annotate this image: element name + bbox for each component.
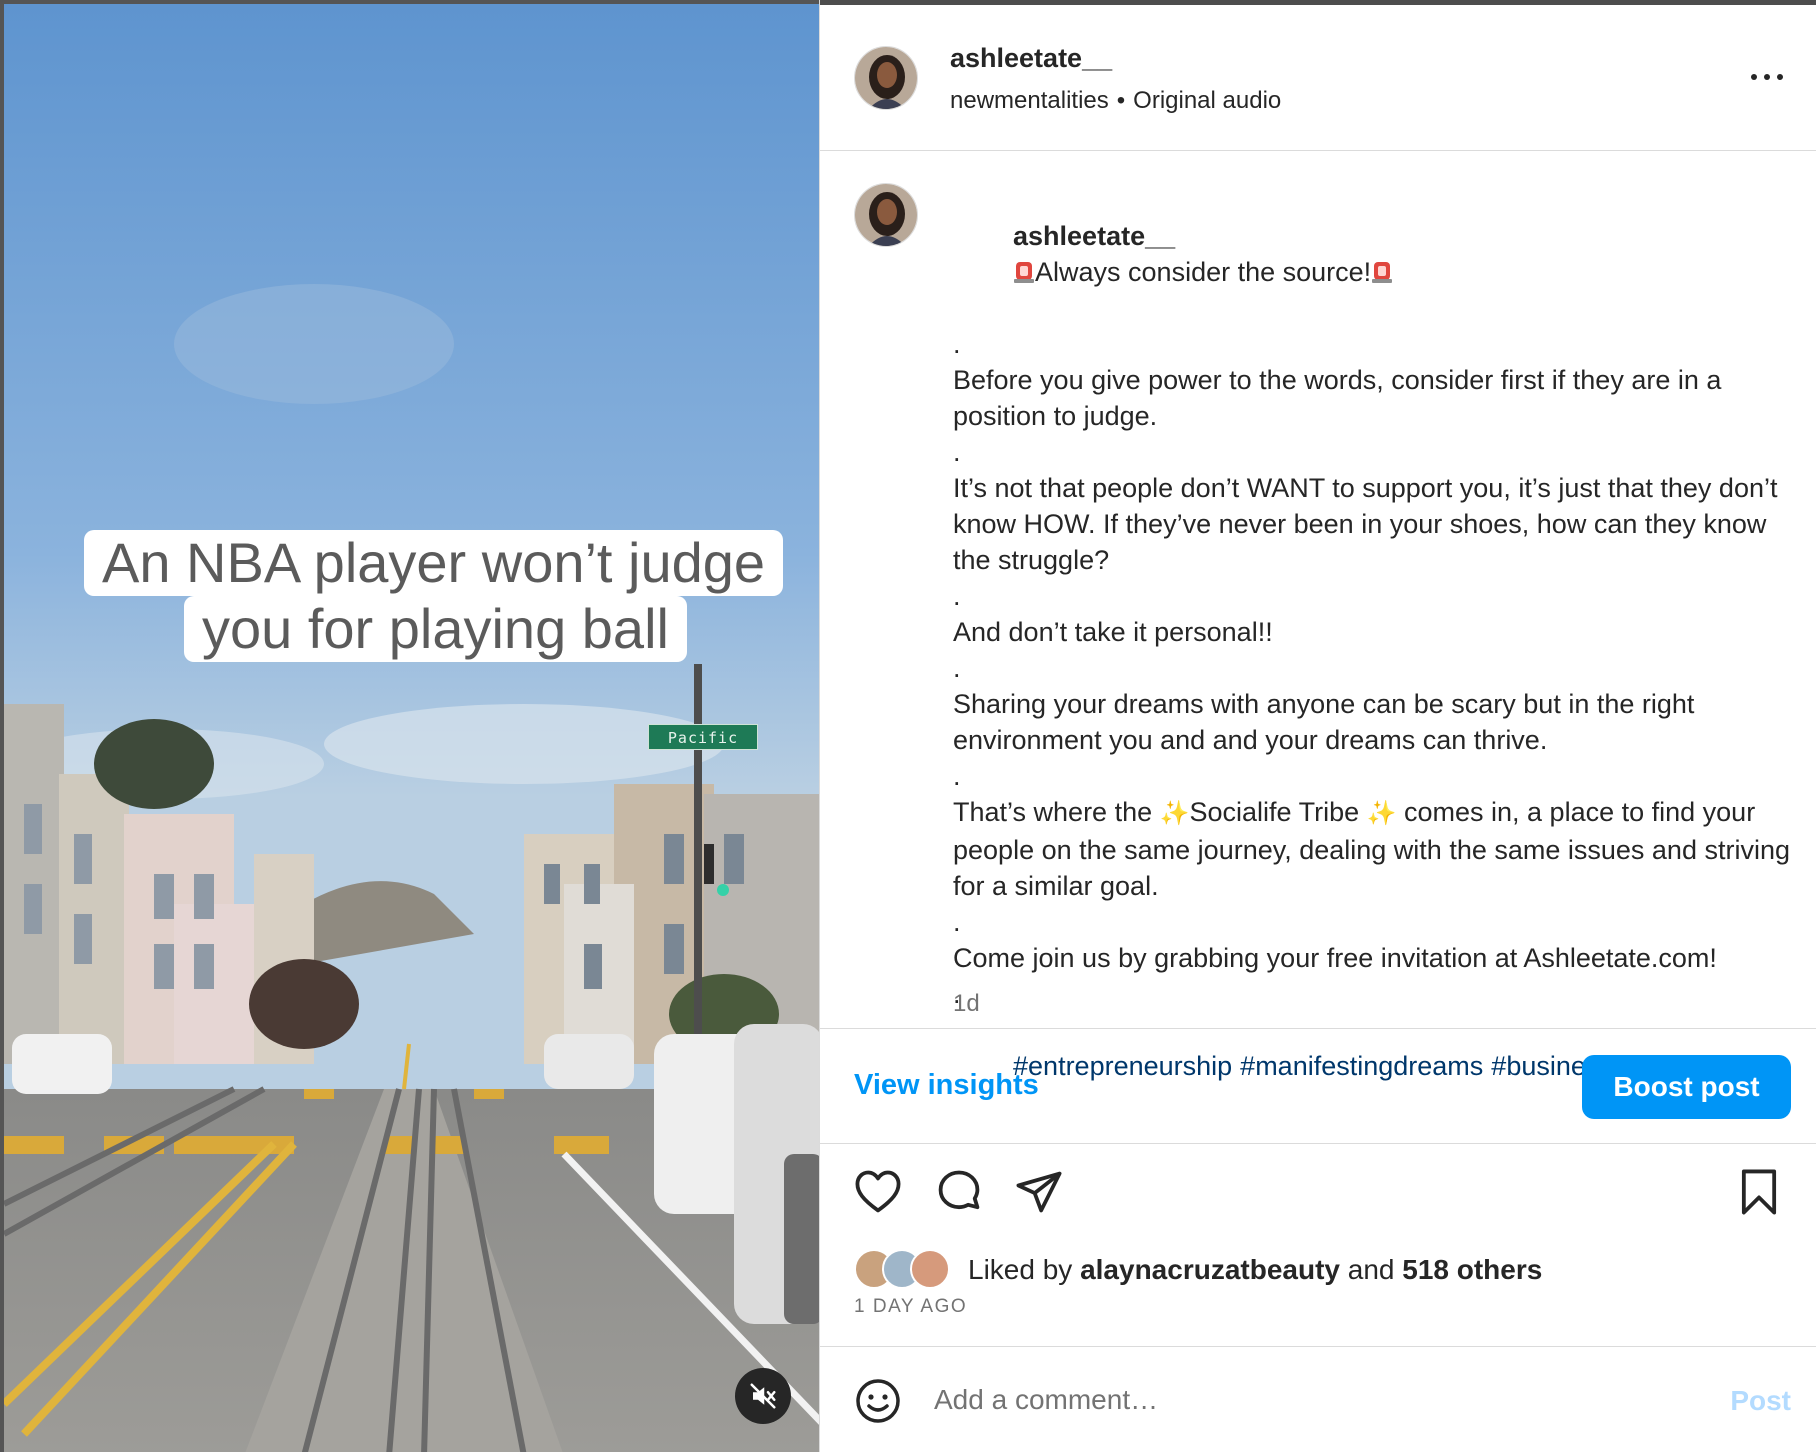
author-username[interactable]: ashleetate__ — [950, 43, 1112, 74]
likes-summary: Liked by alaynacruzatbeauty and 518 othe… — [854, 1248, 1542, 1292]
caption-timestamp[interactable]: 1d — [953, 990, 980, 1018]
comment-button[interactable] — [933, 1166, 985, 1218]
siren-icon — [1014, 262, 1035, 283]
more-options-button[interactable] — [1747, 65, 1787, 89]
caption-username[interactable]: ashleetate__ — [1013, 221, 1175, 251]
author-avatar[interactable] — [854, 46, 918, 110]
caption-paragraph-6: Come join us by grabbing your free invit… — [953, 943, 1717, 973]
caption-paragraph-5-start: That’s where the — [953, 797, 1160, 827]
comment-bar: Post — [820, 1346, 1816, 1452]
caption-author-avatar[interactable] — [854, 183, 918, 247]
likes-and-label: and — [1347, 1254, 1395, 1285]
like-button[interactable] — [852, 1166, 904, 1218]
post-action-icons — [820, 1166, 1816, 1226]
emoji-picker-button[interactable] — [854, 1377, 902, 1425]
caption-paragraph-2: It’s not that people don’t WANT to suppo… — [953, 473, 1785, 575]
street-sign: Pacific — [648, 724, 758, 750]
caption-dot: . — [953, 907, 961, 937]
post-header: ashleetate__ newmentalities • Original aud… — [820, 5, 1816, 151]
post-side-panel: ashleetate__ newmentalities • Original aud… — [819, 0, 1816, 1452]
reel-video[interactable]: An NBA player won’t judge you for playin… — [0, 0, 819, 1452]
liker-avatar — [910, 1249, 950, 1289]
heart-icon — [855, 1170, 901, 1213]
caption-paragraph-1: Before you give power to the words, cons… — [953, 365, 1729, 431]
video-text-overlay-line2: you for playing ball — [184, 596, 687, 662]
audio-author-link[interactable]: newmentalities — [950, 87, 1109, 114]
post-comment-button[interactable]: Post — [1730, 1385, 1791, 1417]
emoji-face-icon — [856, 1379, 900, 1423]
share-icon — [1016, 1171, 1062, 1213]
caption-dot: . — [953, 761, 961, 791]
caption-text: ashleetate__ Always consider the source!… — [953, 182, 1793, 1120]
likes-others-link[interactable]: 518 others — [1402, 1254, 1542, 1285]
likes-text: Liked by alaynacruzatbeauty and 518 othe… — [968, 1254, 1542, 1286]
speaker-muted-icon — [750, 1383, 776, 1409]
video-text-overlay-line1: An NBA player won’t judge — [84, 530, 784, 596]
caption-paragraph-4: Sharing your dreams with anyone can be s… — [953, 689, 1702, 755]
caption-dot: . — [953, 581, 961, 611]
top-liker-username[interactable]: alaynacruzatbeauty — [1080, 1254, 1340, 1285]
siren-icon — [1372, 262, 1393, 283]
liked-by-label: Liked by — [968, 1254, 1073, 1285]
caption-headline: Always consider the source! — [1035, 257, 1372, 287]
audio-attribution: newmentalities • Original audio — [950, 87, 1281, 115]
boost-post-button[interactable]: Boost post — [1582, 1055, 1791, 1119]
caption-dot: . — [953, 437, 961, 467]
view-insights-link[interactable]: View insights — [854, 1069, 1039, 1102]
socialife-tribe-text: Socialife Tribe — [1189, 797, 1367, 827]
original-audio-link[interactable]: Original audio — [1133, 87, 1281, 114]
add-comment-input[interactable] — [934, 1375, 1694, 1425]
caption-paragraph-3: And don’t take it personal!! — [953, 617, 1273, 647]
sparkles-icon: ✨ — [1159, 800, 1190, 827]
share-button[interactable] — [1013, 1166, 1065, 1218]
mute-toggle-button[interactable] — [735, 1368, 791, 1424]
post-date[interactable]: 1 DAY AGO — [854, 1296, 967, 1318]
sparkles-icon: ✨ — [1366, 800, 1397, 827]
more-horizontal-icon — [1751, 74, 1783, 80]
save-button[interactable] — [1733, 1166, 1785, 1218]
caption-dot: . — [953, 979, 961, 1009]
caption-section: ashleetate__ Always consider the source!… — [820, 152, 1816, 1081]
insights-bar: View insights Boost post — [820, 1028, 1816, 1144]
liker-avatars[interactable] — [854, 1249, 964, 1291]
bookmark-icon — [1741, 1169, 1777, 1215]
comment-icon — [938, 1170, 980, 1210]
caption-dot: . — [953, 653, 961, 683]
caption-paragraph-5: That’s where the ✨Socialife Tribe ✨ come… — [953, 794, 1793, 904]
separator-dot: • — [1116, 87, 1126, 114]
caption-dot: . — [953, 329, 961, 359]
